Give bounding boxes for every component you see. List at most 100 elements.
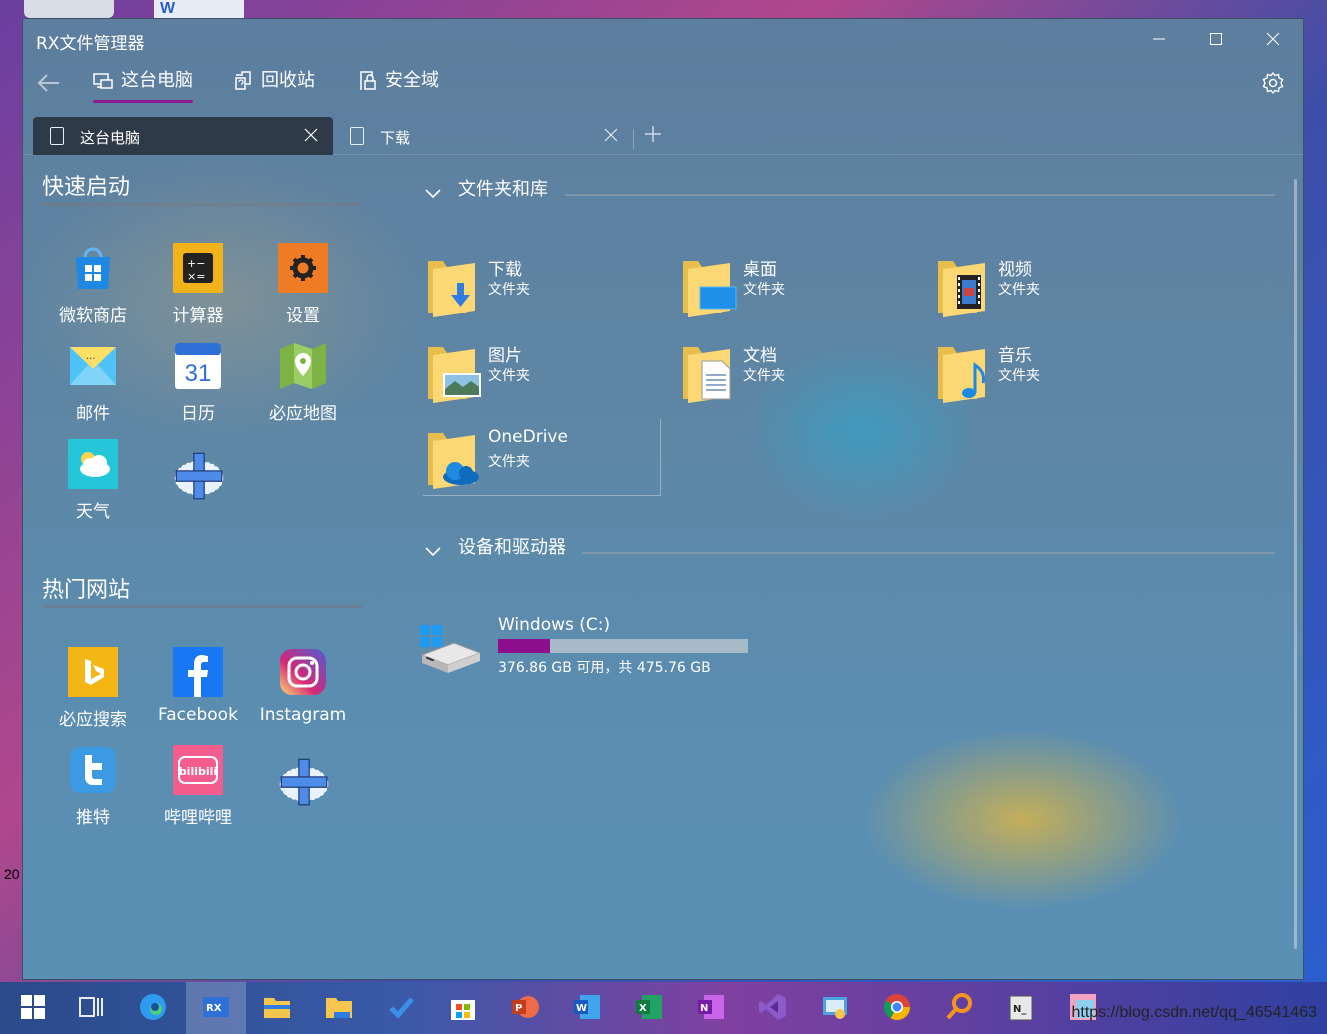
app-mail-label: 邮件 <box>76 404 110 424</box>
nav-secure-domain[interactable]: 安全域 <box>357 69 439 103</box>
folder-desktop[interactable]: 桌面 文件夹 <box>680 255 920 325</box>
task-view-icon[interactable] <box>76 992 106 1022</box>
folders-group-header[interactable]: 文件夹和库 <box>423 179 548 201</box>
add-cloud-icon <box>279 758 329 806</box>
maximize-button[interactable] <box>1196 25 1236 53</box>
app-calculator-label: 计算器 <box>172 306 224 326</box>
minimize-icon <box>1153 38 1165 40</box>
file-explorer-beta-icon[interactable] <box>324 992 354 1022</box>
tab-this-pc-label: 这台电脑 <box>80 129 141 147</box>
drives-group-header[interactable]: 设备和驱动器 <box>423 537 566 559</box>
drive-c-usage-fill <box>498 639 550 653</box>
navigation-bar: 这台电脑 回收站 安全域 <box>23 63 1303 105</box>
scrollbar[interactable] <box>1294 179 1297 949</box>
onenote-icon[interactable]: N <box>696 992 726 1022</box>
drive-c-usage-bar <box>498 639 748 653</box>
app-weather-label: 天气 <box>76 502 110 522</box>
twitter-icon <box>70 747 116 793</box>
title-bar: RX文件管理器 <box>23 19 1303 59</box>
drive-c-info: 376.86 GB 可用，共 475.76 GB <box>498 660 711 676</box>
folder-onedrive-type: 文件夹 <box>488 454 530 470</box>
powerpoint-icon[interactable]: P <box>510 992 540 1022</box>
chevron-down-icon <box>425 189 441 199</box>
svg-text:X: X <box>639 1003 647 1014</box>
videos-folder-icon <box>938 261 985 317</box>
site-bilibili[interactable]: bilibili 哔哩哔哩 <box>148 745 248 835</box>
recycle-bin-icon <box>235 71 251 90</box>
drives-group-title: 设备和驱动器 <box>458 537 566 558</box>
tab-this-pc[interactable]: 这台电脑 <box>33 117 333 155</box>
folder-videos[interactable]: 视频 文件夹 <box>935 255 1175 325</box>
maps-icon <box>280 343 326 389</box>
bing-icon <box>68 647 118 697</box>
file-manager-window: RX文件管理器 这台电脑 回收站 安全域 这台电脑 下载 快速启动 微软商店 +… <box>22 18 1304 980</box>
taskbar-rx-file-manager[interactable]: RX <box>186 982 246 1034</box>
tab-separator <box>633 129 634 149</box>
back-arrow-icon <box>37 74 59 92</box>
settings-gear-button[interactable] <box>1261 71 1285 95</box>
svg-text:×=: ×= <box>187 270 205 283</box>
excel-icon[interactable]: X <box>634 992 664 1022</box>
mail-icon: ... <box>70 347 116 385</box>
tab-close-icon[interactable] <box>304 128 318 142</box>
folder-videos-name: 视频 <box>998 260 1032 280</box>
search-everything-icon[interactable] <box>944 992 974 1022</box>
folder-pictures-type: 文件夹 <box>488 368 530 384</box>
app-settings[interactable]: 设置 <box>253 243 353 333</box>
svg-text:P: P <box>515 1003 522 1014</box>
site-bilibili-label: 哔哩哔哩 <box>164 808 232 828</box>
folder-music[interactable]: 音乐 文件夹 <box>935 341 1175 411</box>
folder-onedrive[interactable]: OneDrive 文件夹 <box>425 427 665 497</box>
app-calculator[interactable]: +− ×= 计算器 <box>148 243 248 333</box>
desktop-side-text: 20 <box>4 866 20 882</box>
folder-music-type: 文件夹 <box>998 368 1040 384</box>
todo-icon[interactable] <box>386 992 416 1022</box>
hot-sites-divider <box>42 605 362 608</box>
document-icon <box>350 127 364 145</box>
app-mail[interactable]: ... 邮件 <box>43 341 143 431</box>
drive-c[interactable]: Windows (C:) 376.86 GB 可用，共 475.76 GB <box>418 615 778 685</box>
folder-pictures[interactable]: 图片 文件夹 <box>425 341 665 411</box>
app-calendar-label: 日历 <box>181 404 215 424</box>
tab-downloads[interactable]: 下载 <box>333 117 633 155</box>
folder-downloads[interactable]: 下载 文件夹 <box>425 255 665 325</box>
nav-this-pc-label: 这台电脑 <box>121 70 193 91</box>
site-facebook-label: Facebook <box>158 705 238 725</box>
app-maps[interactable]: 必应地图 <box>253 341 353 431</box>
windows-start-icon[interactable] <box>18 992 48 1022</box>
nav-this-pc[interactable]: 这台电脑 <box>93 69 193 103</box>
site-instagram[interactable]: Instagram <box>253 647 353 737</box>
add-quick-launch-button[interactable] <box>148 439 248 529</box>
app-weather[interactable]: 天气 <box>43 439 143 529</box>
chrome-icon[interactable] <box>882 992 912 1022</box>
close-icon <box>1266 32 1280 46</box>
site-twitter[interactable]: 推特 <box>43 745 143 835</box>
nav-recycle-bin[interactable]: 回收站 <box>233 69 315 103</box>
site-bing[interactable]: 必应搜索 <box>43 647 143 737</box>
folder-documents-name: 文档 <box>743 346 777 366</box>
facebook-icon <box>173 647 223 697</box>
app-calendar[interactable]: 31 日历 <box>148 341 248 431</box>
nav-secure-domain-label: 安全域 <box>385 70 439 91</box>
folder-documents[interactable]: 文档 文件夹 <box>680 341 920 411</box>
edge-icon[interactable] <box>138 992 168 1022</box>
add-site-button[interactable] <box>253 745 353 835</box>
rx-file-manager-icon: RX <box>203 997 229 1017</box>
control-panel-icon[interactable] <box>820 992 850 1022</box>
close-button[interactable] <box>1253 25 1293 53</box>
app-ms-store[interactable]: 微软商店 <box>43 243 143 333</box>
bilibili-logo-text: bilibili <box>179 765 217 778</box>
add-tab-button[interactable] <box>644 123 664 147</box>
visual-studio-icon[interactable] <box>758 992 788 1022</box>
word-icon[interactable]: W <box>572 992 602 1022</box>
folder-documents-type: 文件夹 <box>743 368 785 384</box>
site-facebook[interactable]: Facebook <box>148 647 248 737</box>
tab-close-icon[interactable] <box>604 128 618 142</box>
notepad-icon[interactable]: N_ <box>1006 992 1036 1022</box>
file-explorer-icon[interactable] <box>262 992 292 1022</box>
ms-store-taskbar-icon[interactable] <box>448 992 478 1022</box>
back-button[interactable] <box>35 71 65 95</box>
minimize-button[interactable] <box>1139 25 1179 53</box>
taskbar: RX P W X N N_ https://blog.csdn.net/qq_4… <box>0 982 1327 1034</box>
folders-group-divider <box>565 194 1275 196</box>
